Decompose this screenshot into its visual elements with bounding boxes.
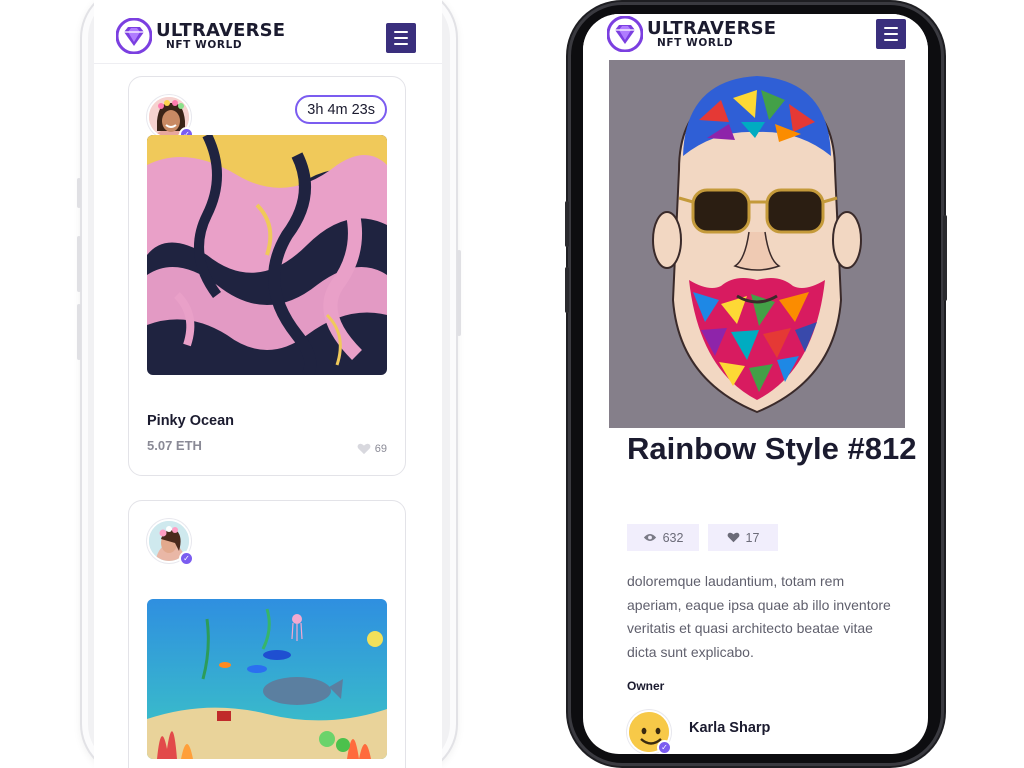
brand-title: ULTRAVERSE bbox=[647, 17, 777, 39]
verified-badge-icon: ✓ bbox=[657, 740, 672, 754]
nft-title[interactable]: Pinky Ocean bbox=[147, 413, 234, 429]
eye-icon bbox=[643, 534, 656, 541]
phone-side-button bbox=[943, 215, 947, 301]
phone-side-button bbox=[77, 304, 81, 360]
menu-icon-bar bbox=[884, 27, 898, 29]
brand-wordmark: ULTRAVERSE NFT WORLD bbox=[647, 17, 777, 49]
app-header: ULTRAVERSE NFT WORLD bbox=[94, 0, 442, 64]
brand-subtitle: NFT WORLD bbox=[657, 36, 734, 49]
brand-logo[interactable]: ULTRAVERSE NFT WORLD bbox=[607, 16, 776, 52]
phone-side-button bbox=[77, 236, 81, 292]
nft-card[interactable]: ✓ bbox=[128, 500, 406, 768]
hamburger-menu-button[interactable] bbox=[386, 23, 416, 53]
owner-name[interactable]: Karla Sharp bbox=[689, 720, 770, 736]
brand-subtitle: NFT WORLD bbox=[166, 38, 243, 51]
menu-icon-bar bbox=[884, 39, 898, 41]
views-count: 632 bbox=[662, 530, 684, 545]
auction-countdown-timer: 3h 4m 23s bbox=[295, 95, 387, 124]
underwater-ocean-art-image[interactable] bbox=[147, 599, 387, 759]
nft-detail-title: Rainbow Style #812 bbox=[627, 431, 917, 466]
rainbow-bearded-man-painting bbox=[609, 60, 905, 428]
like-count: 69 bbox=[374, 443, 387, 455]
left-phone-screen: ULTRAVERSE NFT WORLD ✓ 3h 4m 23s Pinky O… bbox=[94, 0, 442, 768]
brand-title: ULTRAVERSE bbox=[156, 19, 286, 41]
rainbow-style-artwork-image[interactable] bbox=[609, 60, 905, 428]
diamond-logo-icon bbox=[607, 16, 643, 52]
like-counter[interactable]: 69 bbox=[357, 443, 387, 455]
phone-side-button bbox=[565, 267, 569, 313]
phone-side-button bbox=[565, 201, 569, 247]
app-header: ULTRAVERSE NFT WORLD bbox=[583, 14, 928, 60]
nft-card[interactable]: ✓ 3h 4m 23s Pinky Ocean 5.07 ETH 69 bbox=[128, 76, 406, 476]
nft-price: 5.07 ETH bbox=[147, 438, 202, 453]
brand-logo[interactable]: ULTRAVERSE NFT WORLD bbox=[116, 18, 285, 54]
menu-icon-bar bbox=[394, 31, 408, 33]
right-phone-screen: ULTRAVERSE NFT WORLD Rainbow Style #812 … bbox=[583, 14, 928, 754]
pink-marble-art bbox=[147, 135, 387, 375]
likes-count: 17 bbox=[745, 530, 760, 545]
phone-side-button bbox=[457, 250, 461, 336]
hamburger-menu-button[interactable] bbox=[876, 19, 906, 49]
brand-wordmark: ULTRAVERSE NFT WORLD bbox=[156, 19, 286, 51]
nft-description: doloremque laudantium, totam rem aperiam… bbox=[627, 573, 891, 660]
menu-icon-bar bbox=[394, 37, 408, 39]
pink-marble-art-image[interactable] bbox=[147, 135, 387, 375]
verified-badge-icon: ✓ bbox=[179, 551, 194, 566]
views-counter: 632 bbox=[627, 524, 699, 551]
menu-icon-bar bbox=[394, 43, 408, 45]
heart-icon bbox=[727, 532, 739, 543]
owner-label: Owner bbox=[627, 679, 665, 693]
heart-icon bbox=[357, 443, 371, 455]
diamond-logo-icon bbox=[116, 18, 152, 54]
menu-icon-bar bbox=[884, 33, 898, 35]
phone-side-button bbox=[77, 178, 81, 208]
underwater-ocean-scene bbox=[147, 599, 387, 759]
likes-counter[interactable]: 17 bbox=[708, 524, 778, 551]
